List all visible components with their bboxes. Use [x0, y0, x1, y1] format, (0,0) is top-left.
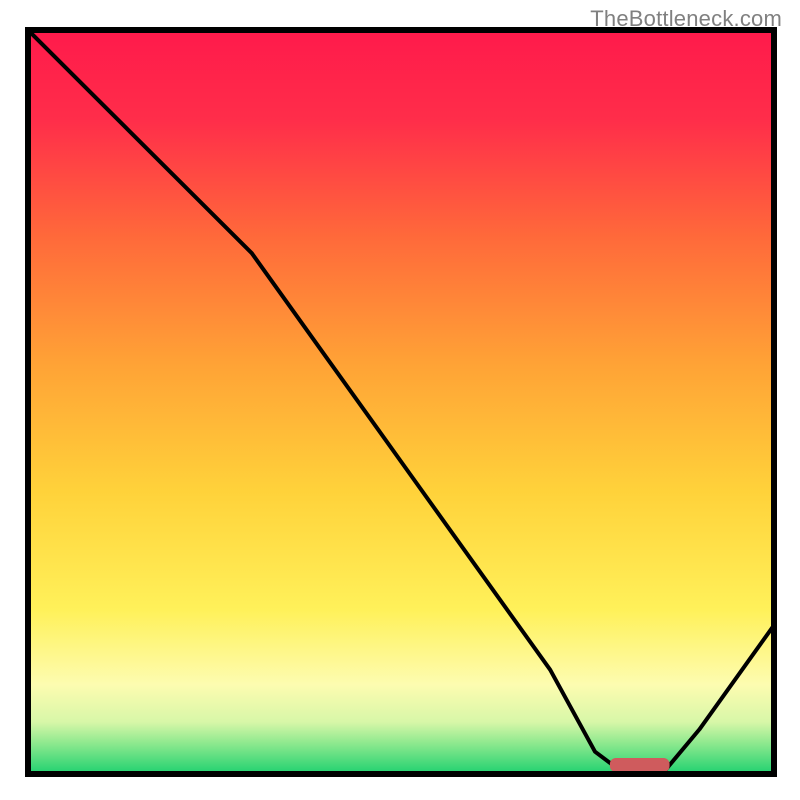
bottleneck-chart: [0, 0, 800, 800]
optimal-region-marker: [610, 758, 670, 772]
plot-area: [28, 30, 774, 774]
watermark-text: TheBottleneck.com: [590, 6, 782, 32]
chart-container: TheBottleneck.com: [0, 0, 800, 800]
